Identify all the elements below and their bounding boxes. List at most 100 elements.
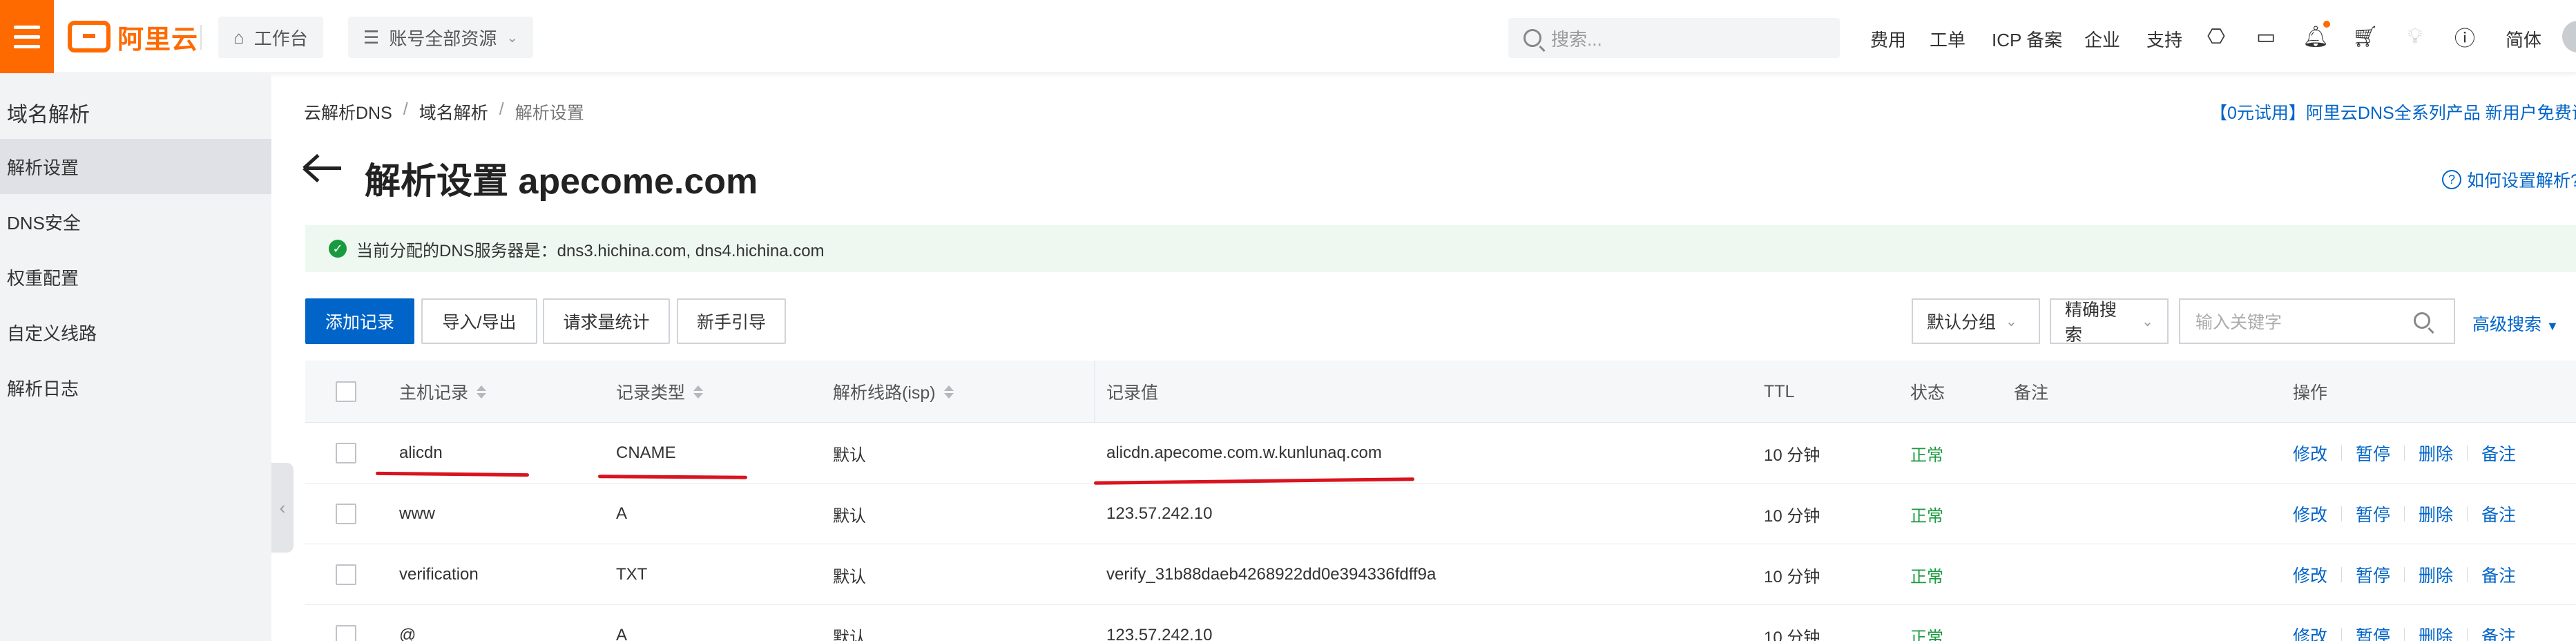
nav-link-tickets[interactable]: 工单 — [1930, 26, 1965, 52]
sidebar-item-dns-security[interactable]: DNS安全 — [0, 194, 271, 249]
row-checkbox[interactable] — [336, 443, 356, 463]
sort-icon[interactable] — [943, 385, 954, 399]
resources-dropdown[interactable]: ☰ 账号全部资源 ⌄ — [348, 17, 534, 58]
terminal-icon[interactable]: ▭ — [2253, 23, 2279, 50]
avatar[interactable] — [2562, 21, 2576, 52]
edit-link[interactable]: 修改 — [2293, 562, 2327, 587]
cell-line: 默认 — [833, 446, 866, 465]
lightbulb-icon[interactable]: 💡︎ — [2402, 23, 2428, 50]
header-value: 记录值 — [1106, 361, 1158, 423]
cell-ttl: 10 分钟 — [1764, 506, 1820, 526]
global-search-input[interactable]: 搜索... — [1508, 18, 1840, 58]
search-mode-select[interactable]: 精确搜索 ⌄ — [2050, 298, 2169, 345]
breadcrumb-item[interactable]: 域名解析 — [419, 99, 488, 124]
cell-value: verify_31b88daeb4268922dd0e394336fdff9a — [1106, 565, 1436, 584]
cell-value: 123.57.242.10 — [1106, 504, 1213, 523]
cell-status: 正常 — [1910, 506, 1943, 526]
cell-value: alicdn.apecome.com.w.kunlunaq.com — [1106, 443, 1382, 462]
row-actions: 修改 暂停 删除 备注 — [2293, 605, 2516, 641]
row-checkbox[interactable] — [336, 504, 356, 524]
cloud-shell-icon[interactable]: ⎔ — [2203, 23, 2229, 50]
sort-icon[interactable] — [477, 385, 487, 399]
row-checkbox[interactable] — [336, 625, 356, 641]
chevron-down-icon: ⌄ — [2006, 314, 2017, 329]
add-record-button[interactable]: 添加记录 — [305, 298, 414, 344]
edit-link[interactable]: 修改 — [2293, 441, 2327, 466]
table-row: @ A 默认 123.57.242.10 10 分钟 正常 修改 暂停 删除 备… — [305, 605, 2576, 641]
edit-link[interactable]: 修改 — [2293, 501, 2327, 526]
cell-type: A — [616, 626, 628, 641]
header-label: 操作 — [2293, 383, 2328, 403]
menu-icon[interactable] — [0, 0, 54, 73]
edit-link[interactable]: 修改 — [2293, 623, 2327, 641]
sidebar-item-custom-line[interactable]: 自定义线路 — [0, 305, 271, 360]
pause-link[interactable]: 暂停 — [2356, 562, 2390, 587]
nav-link-fees[interactable]: 费用 — [1870, 26, 1906, 52]
help-icon[interactable]: ⓘ — [2452, 23, 2478, 50]
table-header: 主机记录 记录类型 解析线路(isp) 记录值 TTL 状态 备注 操作 — [305, 361, 2576, 423]
question-icon: ? — [2442, 170, 2461, 189]
search-icon[interactable] — [2414, 312, 2430, 329]
sidebar-item-settings[interactable]: 解析设置 — [0, 139, 271, 194]
sidebar-item-weight[interactable]: 权重配置 — [0, 249, 271, 305]
cell-line: 默认 — [833, 628, 866, 641]
sidebar-collapse-handle[interactable]: ‹ — [271, 463, 294, 553]
advanced-search-link[interactable]: 高级搜索 ▼ — [2472, 311, 2559, 336]
nav-link-icp[interactable]: ICP 备案 — [1992, 26, 2062, 52]
advanced-search-label: 高级搜索 — [2472, 315, 2542, 334]
cell-status: 正常 — [1910, 628, 1943, 641]
chevron-left-icon: ‹ — [279, 497, 286, 518]
remark-link[interactable]: 备注 — [2481, 562, 2516, 587]
row-checkbox[interactable] — [336, 564, 356, 585]
aliyun-logo[interactable]: 阿里云 — [68, 19, 198, 55]
remark-link[interactable]: 备注 — [2481, 501, 2516, 526]
import-export-button[interactable]: 导入/导出 — [421, 298, 537, 344]
pause-link[interactable]: 暂停 — [2356, 501, 2390, 526]
sort-icon[interactable] — [693, 385, 704, 399]
sidebar-item-logs[interactable]: 解析日志 — [0, 360, 271, 415]
cell-ttl: 10 分钟 — [1764, 446, 1820, 465]
request-stats-button[interactable]: 请求量统计 — [543, 298, 670, 344]
guide-button[interactable]: 新手引导 — [677, 298, 786, 344]
row-actions: 修改 暂停 删除 备注 — [2293, 423, 2516, 484]
chevron-down-icon: ⌄ — [2142, 314, 2153, 329]
help-link[interactable]: ? 如何设置解析? — [2442, 167, 2576, 192]
remark-link[interactable]: 备注 — [2481, 441, 2516, 466]
nav-link-enterprise[interactable]: 企业 — [2084, 26, 2120, 52]
cell-status: 正常 — [1910, 446, 1943, 465]
delete-link[interactable]: 删除 — [2419, 562, 2453, 587]
select-all-checkbox[interactable] — [336, 381, 356, 402]
breadcrumb-separator: / — [403, 99, 408, 119]
cell-line: 默认 — [833, 506, 866, 526]
delete-link[interactable]: 删除 — [2419, 501, 2453, 526]
group-select-value: 默认分组 — [1927, 313, 1997, 332]
cell-status: 正常 — [1910, 567, 1943, 586]
delete-link[interactable]: 删除 — [2419, 623, 2453, 641]
dns-server-notice: ✓ 当前分配的DNS服务器是：dns3.hichina.com, dns4.hi… — [305, 225, 2576, 272]
list-icon: ☰ — [363, 26, 380, 48]
cell-host: www — [399, 504, 435, 523]
header-label: 状态 — [1910, 383, 1945, 403]
keyword-placeholder: 输入关键字 — [2195, 313, 2282, 332]
pause-link[interactable]: 暂停 — [2356, 623, 2390, 641]
cell-ttl: 10 分钟 — [1764, 628, 1820, 641]
pause-link[interactable]: 暂停 — [2356, 441, 2390, 466]
breadcrumb: 云解析DNS / 域名解析 / 解析设置 — [304, 99, 584, 124]
header-line[interactable]: 解析线路(isp) — [833, 361, 954, 423]
header-remark: 备注 — [2014, 361, 2048, 423]
delete-link[interactable]: 删除 — [2419, 441, 2453, 466]
remark-link[interactable]: 备注 — [2481, 623, 2516, 641]
header-type[interactable]: 记录类型 — [616, 361, 704, 423]
keyword-search-input[interactable]: 输入关键字 — [2179, 298, 2455, 344]
group-select[interactable]: 默认分组 ⌄ — [1912, 298, 2040, 344]
breadcrumb-current: 解析设置 — [515, 104, 584, 123]
breadcrumb-item[interactable]: 云解析DNS — [304, 99, 392, 124]
header-label: 记录类型 — [616, 383, 686, 403]
workbench-button[interactable]: ⌂ 工作台 — [218, 17, 323, 58]
nav-link-support[interactable]: 支持 — [2146, 26, 2182, 52]
header-host[interactable]: 主机记录 — [399, 361, 487, 423]
language-switch[interactable]: 简体 — [2506, 26, 2541, 52]
cart-icon[interactable]: 🛒︎ — [2352, 23, 2378, 50]
promo-link[interactable]: 【0元试用】阿里云DNS全系列产品 新用户免费试... — [2210, 99, 2576, 124]
back-arrow-icon[interactable] — [302, 153, 343, 183]
